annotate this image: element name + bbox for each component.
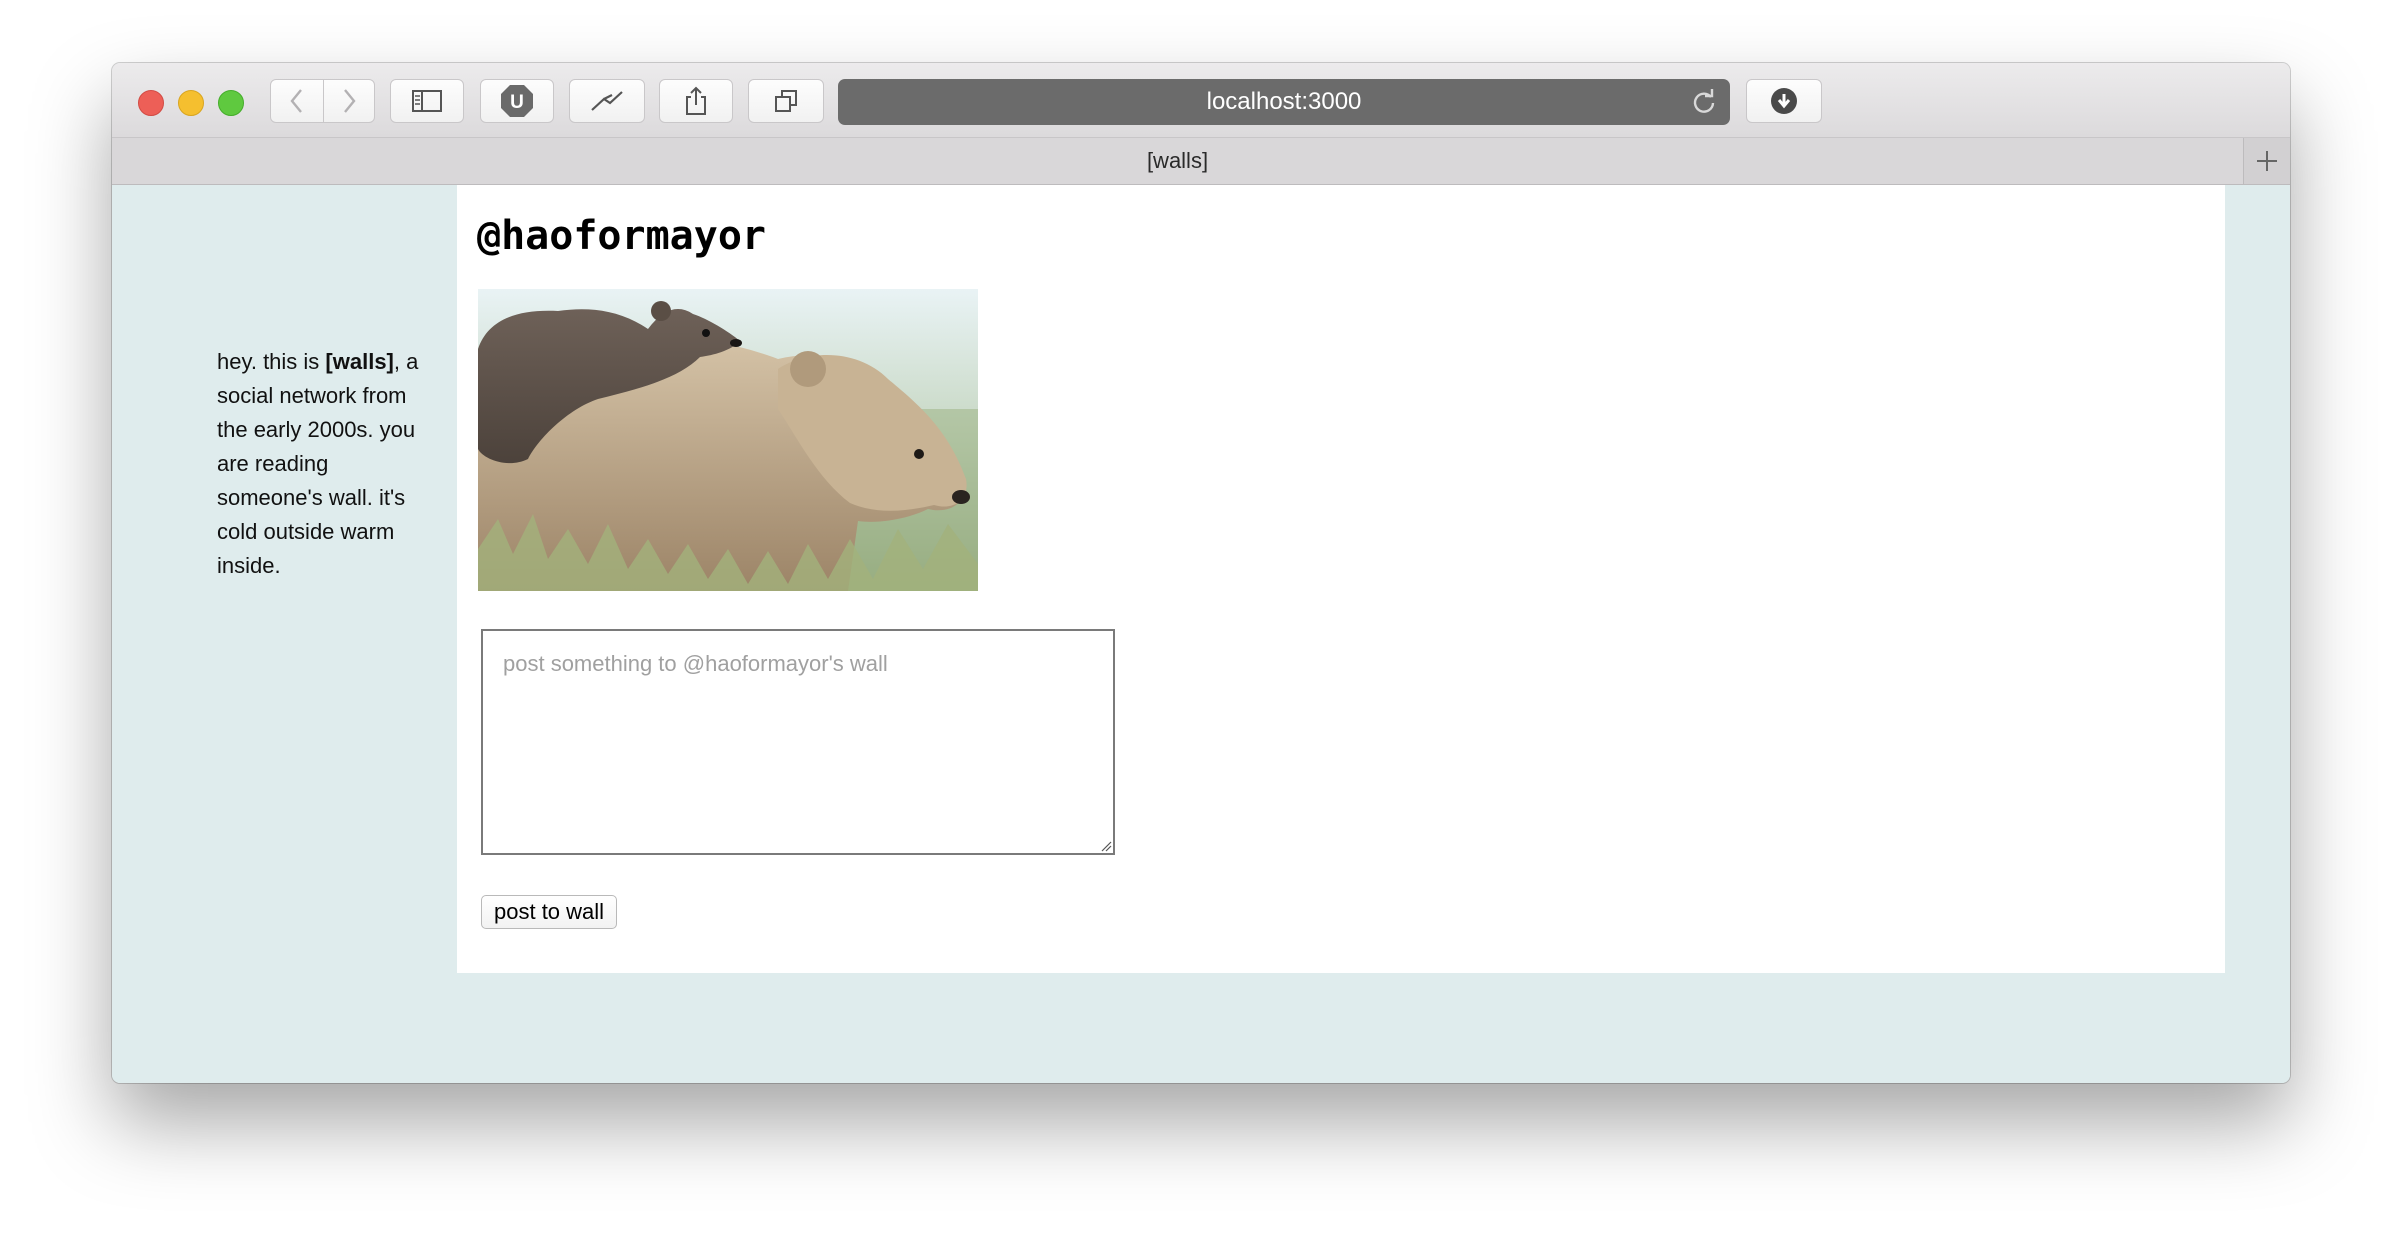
- wall-owner-handle: @haoformayor: [477, 213, 766, 259]
- sidebar-icon: [412, 90, 442, 112]
- browser-window: U localhost:3000 [walls] hey. this is [w…: [112, 63, 2290, 1083]
- profile-photo: [478, 289, 978, 591]
- url-text: localhost:3000: [1206, 88, 1362, 115]
- post-to-wall-button[interactable]: post to wall: [481, 895, 618, 929]
- minimize-window-button[interactable]: [178, 90, 204, 116]
- new-tab-icon: [2257, 151, 2277, 171]
- intro-text-before: hey. this is: [217, 349, 326, 374]
- downloads-button[interactable]: [1746, 79, 1822, 123]
- reload-icon[interactable]: [1690, 88, 1718, 116]
- intro-text: hey. this is [walls], a social network f…: [217, 345, 427, 583]
- brand-name: [walls]: [325, 349, 394, 374]
- share-button[interactable]: [659, 79, 733, 123]
- resize-grip-icon[interactable]: [1100, 840, 1112, 852]
- browser-toolbar: U localhost:3000: [112, 63, 2290, 138]
- back-icon: [290, 89, 302, 113]
- ublock-icon: U: [501, 85, 533, 117]
- pin-button[interactable]: [569, 79, 645, 123]
- forward-icon: [344, 89, 356, 113]
- close-window-button[interactable]: [138, 90, 164, 116]
- new-tab-button[interactable]: [2243, 138, 2290, 184]
- active-tab-title[interactable]: [walls]: [112, 138, 2243, 184]
- address-bar[interactable]: localhost:3000: [838, 79, 1730, 125]
- intro-text-after: , a social network from the early 2000s.…: [217, 349, 419, 578]
- tab-bar: [walls]: [112, 138, 2290, 185]
- wall-post-input[interactable]: [481, 629, 1115, 855]
- wall-panel: @haoformayor post something to @haoforma…: [457, 185, 2225, 973]
- maximize-window-button[interactable]: [218, 90, 244, 116]
- tabs-overview-button[interactable]: [748, 79, 824, 123]
- sidebar-button[interactable]: [390, 79, 464, 123]
- page-content: hey. this is [walls], a social network f…: [112, 185, 2290, 1083]
- tabs-icon: [775, 90, 797, 112]
- share-icon: [686, 86, 706, 115]
- svg-text:U: U: [510, 92, 524, 113]
- download-icon: [1771, 88, 1797, 114]
- ublock-button[interactable]: U: [480, 79, 554, 123]
- back-button[interactable]: [270, 79, 324, 123]
- pin-icon: [591, 91, 623, 111]
- forward-button[interactable]: [323, 79, 375, 123]
- bear-photo-illustration: [478, 289, 978, 591]
